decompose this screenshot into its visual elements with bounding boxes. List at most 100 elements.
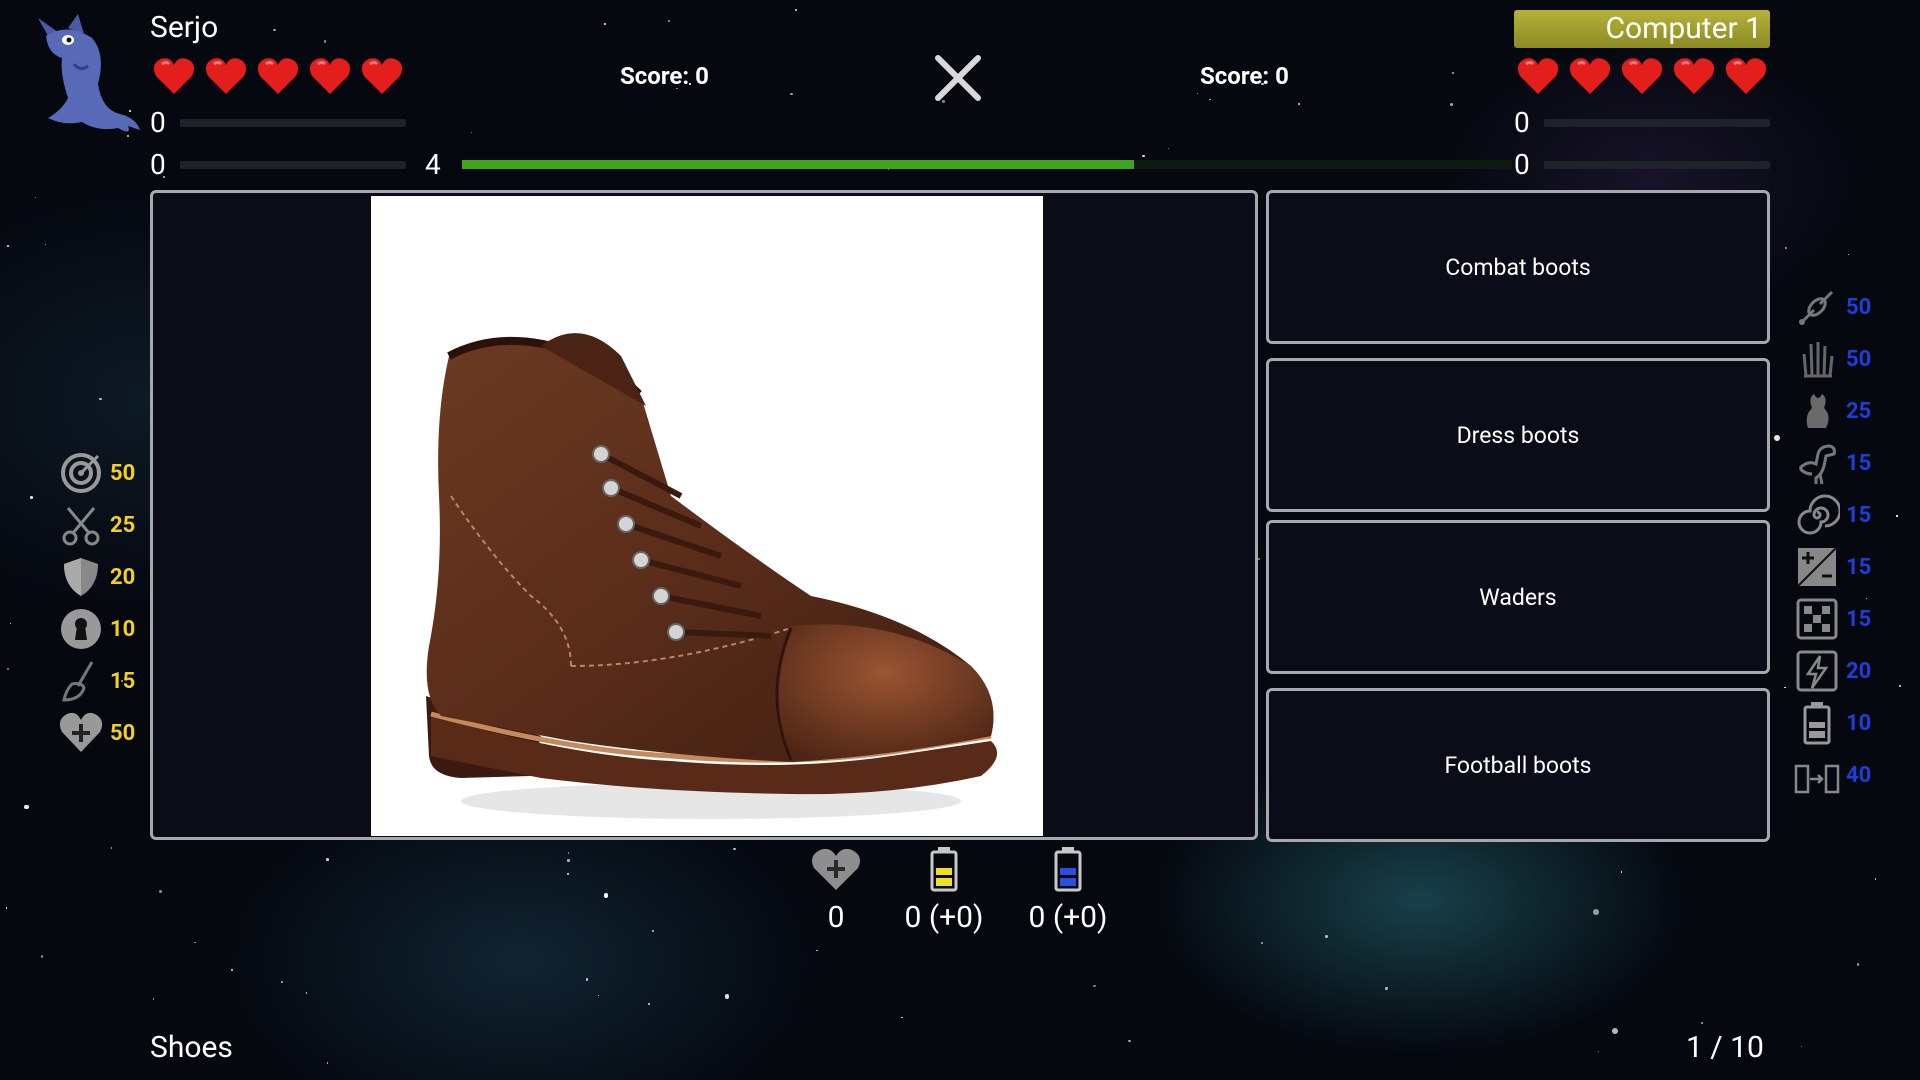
star: [1620, 871, 1623, 873]
star: [901, 1016, 903, 1019]
ability-value: 40: [1846, 762, 1872, 788]
star: [652, 929, 655, 932]
shield-icon: [64, 558, 98, 596]
player-stat-top: 0: [150, 106, 166, 139]
star: [1597, 1050, 1599, 1052]
star: [152, 998, 155, 1001]
ability-creature[interactable]: 25: [1794, 388, 1886, 434]
ability-value: 50: [110, 460, 136, 486]
opponent-stat-bottom: 0: [1514, 148, 1530, 181]
ability-value: 15: [1846, 502, 1872, 528]
ability-plus-minus[interactable]: 15: [1794, 544, 1886, 590]
heart-plus-icon: [59, 712, 103, 752]
scissors-icon: [62, 507, 100, 546]
star: [40, 955, 44, 958]
star: [1895, 515, 1898, 517]
star: [280, 980, 284, 984]
star: [1093, 984, 1096, 988]
heart-icon: [152, 56, 196, 100]
ability-dinosaur[interactable]: 15: [1794, 440, 1886, 486]
star: [1611, 1028, 1618, 1035]
hand-icon: [1802, 342, 1834, 378]
ability-shield[interactable]: 20: [58, 554, 150, 600]
player-stat-bottom-bar: [180, 161, 406, 169]
heart-icon: [1568, 56, 1612, 100]
heart-plus-icon: [812, 848, 860, 890]
star: [1784, 686, 1786, 689]
heart-icon: [1672, 56, 1716, 100]
opponent-stat-top-bar: [1544, 119, 1770, 127]
satellite-icon: [1799, 290, 1834, 325]
star: [44, 244, 46, 246]
answer-button-1[interactable]: Combat boots: [1266, 190, 1770, 344]
star: [603, 23, 606, 26]
heart-icon: [360, 56, 404, 100]
ability-scissors[interactable]: 25: [58, 502, 150, 548]
star: [1856, 963, 1860, 966]
star: [567, 852, 570, 854]
star: [1128, 1039, 1131, 1043]
player-hearts: [152, 56, 404, 100]
ability-spiral[interactable]: 15: [1794, 492, 1886, 538]
star: [1325, 935, 1328, 938]
star: [110, 847, 113, 849]
player-score: Score: 0: [620, 62, 709, 90]
star: [567, 859, 570, 862]
opponent-hearts: [1516, 56, 1768, 100]
heart-icon: [1724, 56, 1768, 100]
star: [194, 941, 196, 944]
question-image: [371, 196, 1043, 836]
plus-minus-icon: [1797, 547, 1837, 587]
answer-button-4[interactable]: Football boots: [1266, 688, 1770, 842]
boot-image: [426, 333, 998, 819]
star: [1898, 684, 1901, 687]
star: [647, 1002, 651, 1006]
star: [1701, 1021, 1704, 1025]
star: [159, 890, 163, 894]
star: [34, 196, 36, 198]
star: [326, 1062, 329, 1065]
star: [1452, 71, 1455, 74]
star: [1297, 102, 1300, 105]
ability-target[interactable]: 50: [58, 450, 150, 496]
ability-value: 20: [110, 564, 136, 590]
ability-broom[interactable]: 15: [58, 658, 150, 704]
star: [323, 40, 327, 43]
ability-dice[interactable]: 15: [1794, 596, 1886, 642]
ability-heart-plus[interactable]: 50: [58, 710, 150, 756]
opponent-score: Score: 0: [1200, 62, 1289, 90]
ability-value: 10: [110, 616, 136, 642]
bottom-blue-energy: 0 (+0): [1018, 846, 1118, 935]
ability-battery[interactable]: 10: [1794, 700, 1886, 746]
star: [733, 847, 736, 851]
battery-icon: [1803, 702, 1831, 745]
ability-battery-transfer[interactable]: 40: [1794, 752, 1886, 798]
battery-transfer-icon: [1794, 764, 1840, 794]
star: [6, 245, 9, 248]
ability-satellite[interactable]: 50: [1794, 284, 1886, 330]
star: [9, 622, 11, 624]
answer-label: Football boots: [1444, 751, 1592, 779]
answer-label: Waders: [1479, 583, 1557, 611]
close-icon[interactable]: [930, 50, 986, 106]
heart-icon: [256, 56, 300, 100]
heart-icon: [308, 56, 352, 100]
answer-button-3[interactable]: Waders: [1266, 520, 1770, 674]
star: [1450, 103, 1454, 107]
ability-lightning[interactable]: 20: [1794, 648, 1886, 694]
ability-hand[interactable]: 50: [1794, 336, 1886, 382]
bottom-hearts: 0: [806, 846, 866, 935]
ability-keyhole[interactable]: 10: [58, 606, 150, 652]
bottom-hearts-value: 0: [827, 900, 845, 935]
answer-button-2[interactable]: Dress boots: [1266, 358, 1770, 512]
star: [273, 28, 276, 31]
ability-value: 25: [1846, 398, 1872, 424]
heart-icon: [1516, 56, 1560, 100]
star: [230, 969, 233, 971]
opponent-stat-bottom-bar: [1544, 161, 1770, 169]
dinosaur-icon: [1798, 444, 1836, 485]
star: [1142, 154, 1146, 158]
star: [7, 667, 9, 670]
star: [724, 994, 729, 999]
player-stat-bottom: 0: [150, 148, 166, 181]
